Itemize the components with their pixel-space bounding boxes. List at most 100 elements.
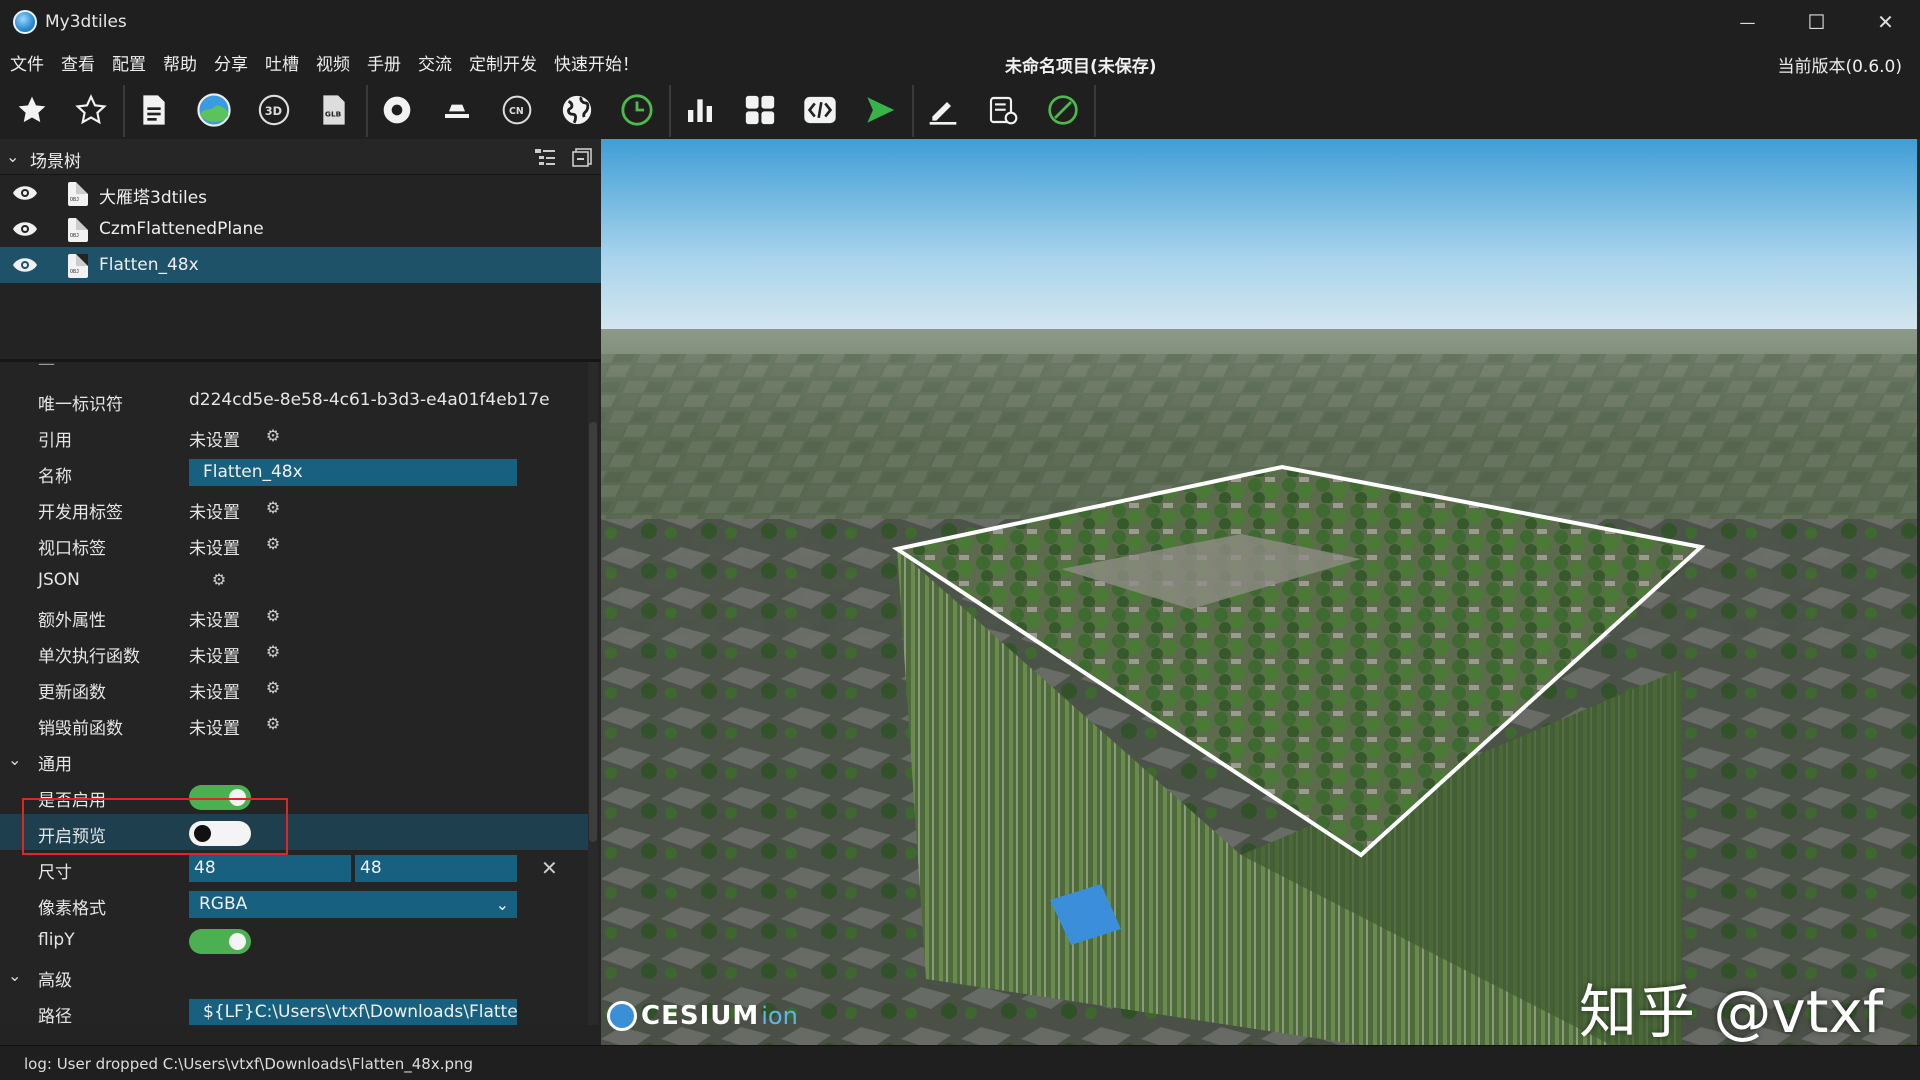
- gear-icon[interactable]: ⚙: [264, 643, 282, 661]
- eye-icon[interactable]: [12, 257, 38, 273]
- disable-icon[interactable]: [1041, 89, 1085, 131]
- flipy-toggle[interactable]: [189, 929, 251, 954]
- toolbar-separator: [912, 85, 914, 137]
- gear-icon[interactable]: ⚙: [264, 499, 282, 517]
- property-name: 名称 Flatten_48x: [0, 454, 590, 490]
- left-panel: ⌄ 场景树 OBJ 大雁塔3dtiles OBJ CzmFlattenedPla…: [0, 139, 601, 1045]
- tree-item-label: 大雁塔3dtiles: [99, 188, 208, 208]
- eye-icon[interactable]: [12, 221, 38, 237]
- chevron-down-icon[interactable]: ⌄: [8, 750, 21, 769]
- star-outline-icon[interactable]: [69, 89, 113, 131]
- star-filled-icon[interactable]: [10, 89, 54, 131]
- title-bar: My3dtiles — ☐ ✕: [0, 0, 1920, 44]
- menu-item-10[interactable]: 快速开始！: [554, 50, 639, 75]
- gear-icon[interactable]: ⚙: [264, 535, 282, 553]
- document-icon[interactable]: [132, 89, 176, 131]
- cesium-logo-icon: [607, 1001, 637, 1031]
- cesium-ion-logo[interactable]: CESIUM ion: [607, 1001, 798, 1031]
- tree-item-label: Flatten_48x: [99, 255, 199, 275]
- size-height-input[interactable]: 48: [355, 855, 517, 882]
- cn-icon[interactable]: CN: [495, 89, 539, 131]
- menu-item-9[interactable]: 定制开发: [469, 50, 537, 75]
- globe-landscape-icon[interactable]: [192, 89, 236, 131]
- pixel-format-select[interactable]: RGBA ⌄: [189, 891, 517, 918]
- menu-bar: 文件 查看 配置 帮助 分享 吐槽 视频 手册 交流 定制开发 快速开始！ 未命名项目(未保存) 当…: [0, 44, 1920, 81]
- eye-icon[interactable]: [12, 185, 38, 201]
- scene-tree-header: ⌄ 场景树: [0, 139, 601, 175]
- grid-icon[interactable]: [738, 89, 782, 131]
- minimize-button[interactable]: —: [1713, 0, 1782, 44]
- menu-item-8[interactable]: 交流: [418, 50, 452, 75]
- list-settings-icon[interactable]: [981, 89, 1025, 131]
- code-icon[interactable]: [798, 89, 842, 131]
- close-button[interactable]: ✕: [1851, 0, 1920, 44]
- property-flipy: flipY: [0, 922, 590, 958]
- property-destroy: 销毁前函数 未设置 ⚙: [38, 714, 282, 740]
- property-size: 尺寸 48 48 ✕: [38, 855, 558, 883]
- section-general[interactable]: ⌄ 通用: [0, 742, 590, 778]
- scrollbar-thumb[interactable]: [589, 422, 597, 842]
- tree-item-label: CzmFlattenedPlane: [99, 219, 264, 239]
- clock-icon[interactable]: [615, 89, 659, 131]
- toolbar: 3D GLB CN: [0, 81, 1920, 139]
- status-bar: log: User dropped C:\Users\vtxf\Download…: [0, 1045, 1920, 1080]
- toolbar-separator: [123, 85, 125, 137]
- gear-icon[interactable]: ⚙: [210, 571, 228, 589]
- tree-layout-icon[interactable]: [534, 147, 556, 167]
- collapse-all-icon[interactable]: [572, 147, 594, 167]
- app-title: My3dtiles: [45, 12, 127, 32]
- property-type: —: [38, 359, 55, 374]
- menu-item-7[interactable]: 手册: [367, 50, 401, 75]
- menu-item-4[interactable]: 分享: [214, 50, 248, 75]
- scene-tree-title: 场景树: [30, 152, 81, 172]
- gear-icon[interactable]: ⚙: [264, 607, 282, 625]
- menu-items: 文件 查看 配置 帮助 分享 吐槽 视频 手册 交流 定制开发 快速开始！: [10, 44, 656, 81]
- tree-item-flatten-48x[interactable]: OBJ Flatten_48x: [0, 247, 601, 283]
- play-icon[interactable]: [858, 89, 902, 131]
- chevron-down-icon[interactable]: ⌄: [8, 966, 21, 985]
- menu-item-3[interactable]: 帮助: [163, 50, 197, 75]
- highlight-annotation: [22, 798, 288, 855]
- svg-text:GLB: GLB: [325, 110, 342, 119]
- earth-icon[interactable]: [555, 89, 599, 131]
- gear-icon[interactable]: ⚙: [264, 427, 282, 445]
- obj-file-icon: OBJ: [68, 254, 88, 278]
- chevron-down-icon[interactable]: ⌄: [6, 147, 19, 166]
- bar-chart-icon[interactable]: [678, 89, 722, 131]
- target-icon[interactable]: [375, 89, 419, 131]
- toolbar-separator: [1094, 85, 1096, 137]
- version-label[interactable]: 当前版本(0.6.0): [1777, 52, 1902, 77]
- menu-item-0[interactable]: 文件: [10, 50, 44, 75]
- tree-item-dayanta[interactable]: OBJ 大雁塔3dtiles: [0, 175, 601, 211]
- properties-scrollbar[interactable]: [588, 362, 598, 1025]
- edit-icon[interactable]: [921, 89, 965, 131]
- menu-item-2[interactable]: 配置: [112, 50, 146, 75]
- property-pixel-format: 像素格式 RGBA ⌄: [0, 886, 590, 922]
- menu-item-1[interactable]: 查看: [61, 50, 95, 75]
- maximize-button[interactable]: ☐: [1782, 0, 1851, 44]
- property-once: 单次执行函数 未设置 ⚙: [38, 642, 282, 668]
- path-input[interactable]: ${LF}C:\Users\vtxf\Downloads\Flatten_48x…: [189, 999, 517, 1025]
- tree-item-czmflattenedplane[interactable]: OBJ CzmFlattenedPlane: [0, 211, 601, 247]
- property-uuid: 唯一标识符 d224cd5e-8e58-4c61-b3d3-e4a01f4eb1…: [38, 390, 550, 415]
- gear-icon[interactable]: ⚙: [264, 715, 282, 733]
- size-width-input[interactable]: 48: [189, 855, 351, 882]
- watermark: 知乎 @vtxf: [1579, 978, 1884, 1045]
- clear-icon[interactable]: ✕: [541, 856, 558, 880]
- terrain-layer-icon[interactable]: [435, 89, 479, 131]
- 3d-icon[interactable]: 3D: [252, 89, 296, 131]
- menu-item-5[interactable]: 吐槽: [265, 50, 299, 75]
- app-logo-icon: [13, 10, 37, 34]
- obj-file-icon: OBJ: [68, 182, 88, 206]
- 3d-viewport[interactable]: CESIUM ion 知乎 @vtxf: [601, 139, 1917, 1045]
- name-input[interactable]: Flatten_48x: [189, 459, 517, 486]
- property-json: JSON ⚙: [38, 570, 228, 590]
- log-message: log: User dropped C:\Users\vtxf\Download…: [24, 1055, 474, 1073]
- property-update: 更新函数 未设置 ⚙: [38, 678, 282, 704]
- glb-icon[interactable]: GLB: [312, 89, 356, 131]
- section-advanced[interactable]: ⌄ 高级: [0, 958, 590, 994]
- menu-item-6[interactable]: 视频: [316, 50, 350, 75]
- gear-icon[interactable]: ⚙: [264, 679, 282, 697]
- properties-panel: — 唯一标识符 d224cd5e-8e58-4c61-b3d3-e4a01f4e…: [0, 359, 601, 1025]
- property-ref: 引用 未设置 ⚙: [38, 426, 282, 452]
